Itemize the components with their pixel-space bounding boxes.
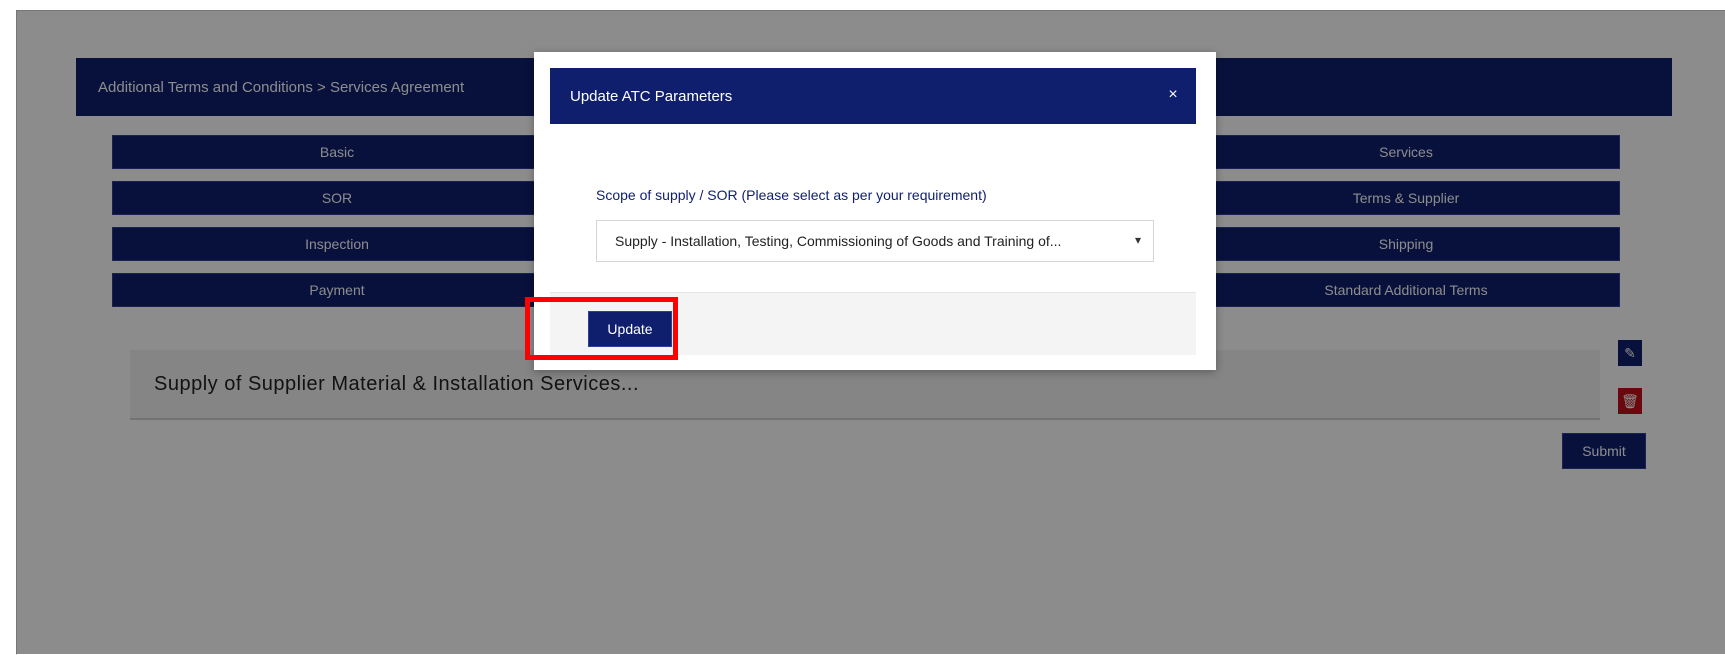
modal-title: Update ATC Parameters [570, 87, 733, 105]
scope-select-value: Supply - Installation, Testing, Commissi… [615, 233, 1062, 249]
scope-select[interactable]: Supply - Installation, Testing, Commissi… [596, 220, 1154, 262]
close-icon[interactable]: × [1164, 86, 1182, 104]
chevron-down-icon: ▾ [1134, 233, 1141, 247]
highlight-box [525, 297, 678, 360]
modal-header: Update ATC Parameters × [550, 68, 1196, 124]
scope-label: Scope of supply / SOR (Please select as … [596, 187, 987, 203]
